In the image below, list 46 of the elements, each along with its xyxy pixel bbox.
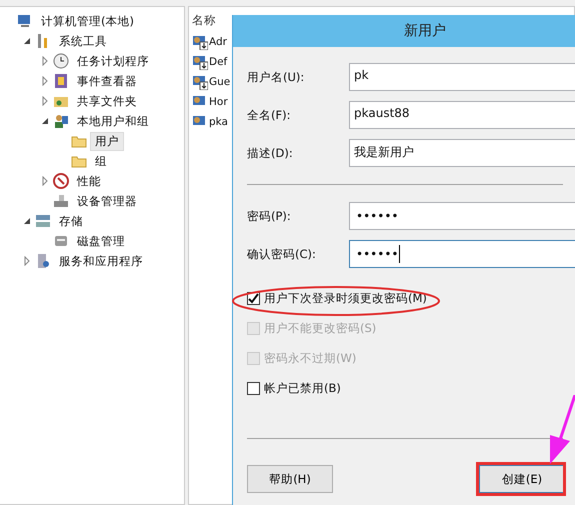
services-icon — [35, 253, 51, 269]
expand-arrow-icon[interactable] — [40, 96, 50, 106]
tree-item[interactable]: 事件查看器 — [72, 72, 142, 90]
tree-item[interactable]: 计算机管理(本地) — [36, 12, 139, 30]
user-name[interactable]: pka — [209, 116, 228, 128]
expand-arrow-icon[interactable] — [40, 176, 50, 186]
tree-item[interactable]: 磁盘管理 — [72, 232, 130, 250]
text-field[interactable]: 我是新用户 — [349, 139, 575, 167]
performance-icon — [53, 173, 69, 189]
dialog-title: 新用户 — [404, 22, 446, 40]
users-icon — [53, 113, 69, 129]
tree-item[interactable]: 系统工具 — [54, 32, 112, 50]
field-label: 描述(D): — [247, 146, 294, 160]
tree-item[interactable]: 用户 — [90, 132, 124, 150]
tree-item[interactable]: 存储 — [54, 212, 88, 230]
tree-item[interactable]: 服务和应用程序 — [54, 252, 148, 270]
clock-icon — [53, 53, 69, 69]
expand-arrow-icon[interactable] — [22, 256, 32, 266]
tree-item[interactable]: 性能 — [72, 172, 106, 190]
collapse-arrow-icon[interactable] — [22, 216, 32, 226]
tree-item[interactable]: 共享文件夹 — [72, 92, 142, 110]
storage-icon — [35, 213, 51, 229]
password-field[interactable]: •••••• — [349, 240, 575, 268]
text-field[interactable]: pkaust88 — [349, 101, 575, 129]
field-label: 确认密码(C): — [247, 246, 317, 262]
password-field[interactable]: •••••• — [349, 202, 575, 230]
field-label: 密码(P): — [247, 208, 292, 224]
help-button[interactable]: 帮助(H) — [247, 465, 333, 493]
field-label: 全名(F): — [247, 108, 292, 122]
checkbox-label[interactable]: 帐户已禁用(B) — [264, 380, 341, 396]
collapse-arrow-icon[interactable] — [22, 36, 32, 46]
text-field[interactable]: pk — [349, 63, 575, 91]
expand-arrow-icon[interactable] — [40, 76, 50, 86]
user-name[interactable]: Hor — [209, 96, 228, 108]
create-button[interactable]: 创建(E) — [479, 465, 565, 493]
checkbox[interactable] — [247, 382, 260, 394]
field-label: 用户名(U): — [247, 70, 306, 84]
tree-item[interactable]: 组 — [90, 152, 112, 170]
tree-item[interactable]: 设备管理器 — [72, 192, 142, 210]
log-icon — [53, 73, 69, 89]
device-icon — [53, 193, 69, 209]
tree-item[interactable]: 任务计划程序 — [72, 52, 154, 70]
collapse-arrow-icon[interactable] — [40, 116, 50, 126]
tree-item[interactable]: 本地用户和组 — [72, 112, 154, 130]
computer-icon — [17, 13, 33, 29]
expand-arrow-icon[interactable] — [40, 56, 50, 66]
